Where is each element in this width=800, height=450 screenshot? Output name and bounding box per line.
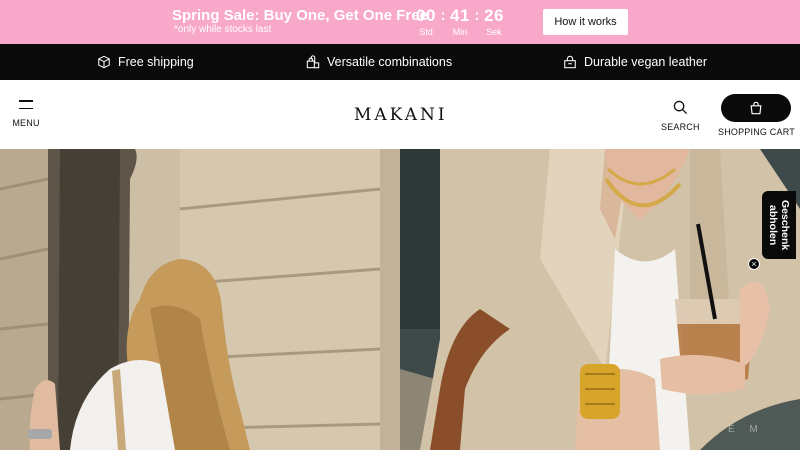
timer-seconds-label: Sek bbox=[486, 27, 502, 37]
gift-close-button[interactable]: × bbox=[748, 258, 760, 270]
gift-tab-label: Geschenk abholen bbox=[767, 199, 791, 251]
woman-back-photo bbox=[0, 149, 400, 450]
hero-watermark: E M bbox=[728, 424, 764, 435]
how-it-works-button[interactable]: How it works bbox=[543, 9, 628, 35]
menu-button[interactable]: MENU bbox=[12, 100, 40, 128]
timer-hours-value: 00 bbox=[416, 6, 436, 25]
cart-label: SHOPPING CART bbox=[718, 127, 795, 137]
site-logo[interactable]: MAKANI bbox=[354, 105, 448, 125]
countdown-timer: 00 Std : 41 Min : 26 Sek bbox=[413, 6, 507, 37]
shopping-cart-button[interactable]: SHOPPING CART bbox=[718, 94, 795, 137]
timer-separator: : bbox=[440, 7, 446, 24]
box-icon bbox=[98, 55, 110, 69]
woman-coffee-photo bbox=[400, 149, 800, 450]
site-header: MENU MAKANI SEARCH SHOPPING CART bbox=[0, 80, 800, 149]
feature-durable-vegan-leather: Durable vegan leather bbox=[563, 44, 707, 80]
hamburger-icon bbox=[19, 100, 33, 109]
timer-hours-label: Std bbox=[419, 27, 433, 37]
feature-versatile-combinations: Versatile combinations bbox=[306, 44, 452, 80]
timer-minutes: 41 Min bbox=[447, 6, 473, 37]
hero-section bbox=[0, 149, 800, 450]
search-label: SEARCH bbox=[661, 122, 700, 132]
timer-separator: : bbox=[474, 7, 480, 24]
promo-bar: Spring Sale: Buy One, Get One Free *only… bbox=[0, 0, 800, 44]
search-icon bbox=[673, 100, 687, 115]
bags-icon bbox=[306, 55, 320, 69]
hero-photo-right[interactable] bbox=[400, 149, 800, 450]
feature-label: Durable vegan leather bbox=[584, 55, 707, 69]
hero-photo-left[interactable] bbox=[0, 149, 400, 450]
promo-subtitle: *only while stocks last bbox=[174, 24, 272, 35]
menu-label: MENU bbox=[12, 118, 40, 128]
timer-hours: 00 Std bbox=[413, 6, 439, 37]
feature-free-shipping: Free shipping bbox=[97, 44, 194, 80]
features-bar: Free shipping Versatile combinations Dur… bbox=[0, 44, 800, 80]
handbag-icon bbox=[564, 55, 576, 69]
feature-label: Versatile combinations bbox=[327, 55, 453, 69]
timer-seconds-value: 26 bbox=[484, 6, 504, 25]
cart-pill[interactable] bbox=[721, 94, 792, 122]
feature-label: Free shipping bbox=[118, 55, 194, 69]
gift-claim-tab[interactable]: Geschenk abholen bbox=[762, 191, 796, 259]
timer-minutes-value: 41 bbox=[450, 6, 470, 25]
timer-minutes-label: Min bbox=[452, 27, 468, 37]
timer-seconds: 26 Sek bbox=[481, 6, 507, 37]
search-button[interactable]: SEARCH bbox=[661, 100, 700, 132]
promo-title: Spring Sale: Buy One, Get One Free bbox=[172, 7, 428, 24]
shopping-bag-icon bbox=[751, 101, 762, 115]
